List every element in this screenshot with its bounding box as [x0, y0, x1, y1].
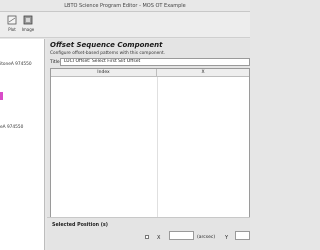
toolbar: Plot Image	[0, 12, 250, 38]
y-label: Y	[225, 235, 229, 241]
column-divider	[157, 77, 158, 221]
column-header-x[interactable]: X	[157, 69, 249, 77]
y-input[interactable]	[235, 231, 250, 240]
image-icon	[23, 15, 33, 25]
image-button[interactable]: Image	[20, 15, 36, 32]
x-input[interactable]	[169, 231, 194, 240]
plot-button[interactable]: Plot	[4, 15, 20, 32]
program-tree[interactable]: itoneA 974550 eA 974550	[0, 39, 45, 250]
selected-position-panel: Selected Position (s) X (arcsec) Y	[47, 217, 250, 250]
table-header: Index X	[51, 69, 249, 77]
page-description: Configure offset-based patterns with thi…	[50, 51, 165, 56]
image-label: Image	[21, 27, 35, 32]
tree-selection-marker	[0, 92, 3, 100]
unit-label: (arcsec)	[197, 235, 216, 240]
tree-item[interactable]: itoneA 974550	[0, 62, 32, 67]
column-header-index[interactable]: Index	[51, 69, 157, 77]
window-title: LBTO Science Program Editor - MOS OT Exa…	[0, 0, 250, 12]
selected-position-title: Selected Position (s)	[52, 223, 108, 228]
page-title: Offset Sequence Component	[50, 41, 163, 49]
tree-item[interactable]: eA 974550	[0, 125, 23, 130]
selected-position-checkbox[interactable]	[145, 235, 149, 239]
plot-icon	[7, 15, 17, 25]
plot-label: Plot	[8, 27, 16, 32]
table-body[interactable]	[51, 77, 249, 221]
title-label: Title	[50, 60, 60, 65]
x-label: X	[157, 235, 161, 241]
title-input[interactable]: LUCI Offset: Select First Slit Offset	[60, 58, 250, 66]
offset-table[interactable]: Index X	[50, 68, 250, 222]
